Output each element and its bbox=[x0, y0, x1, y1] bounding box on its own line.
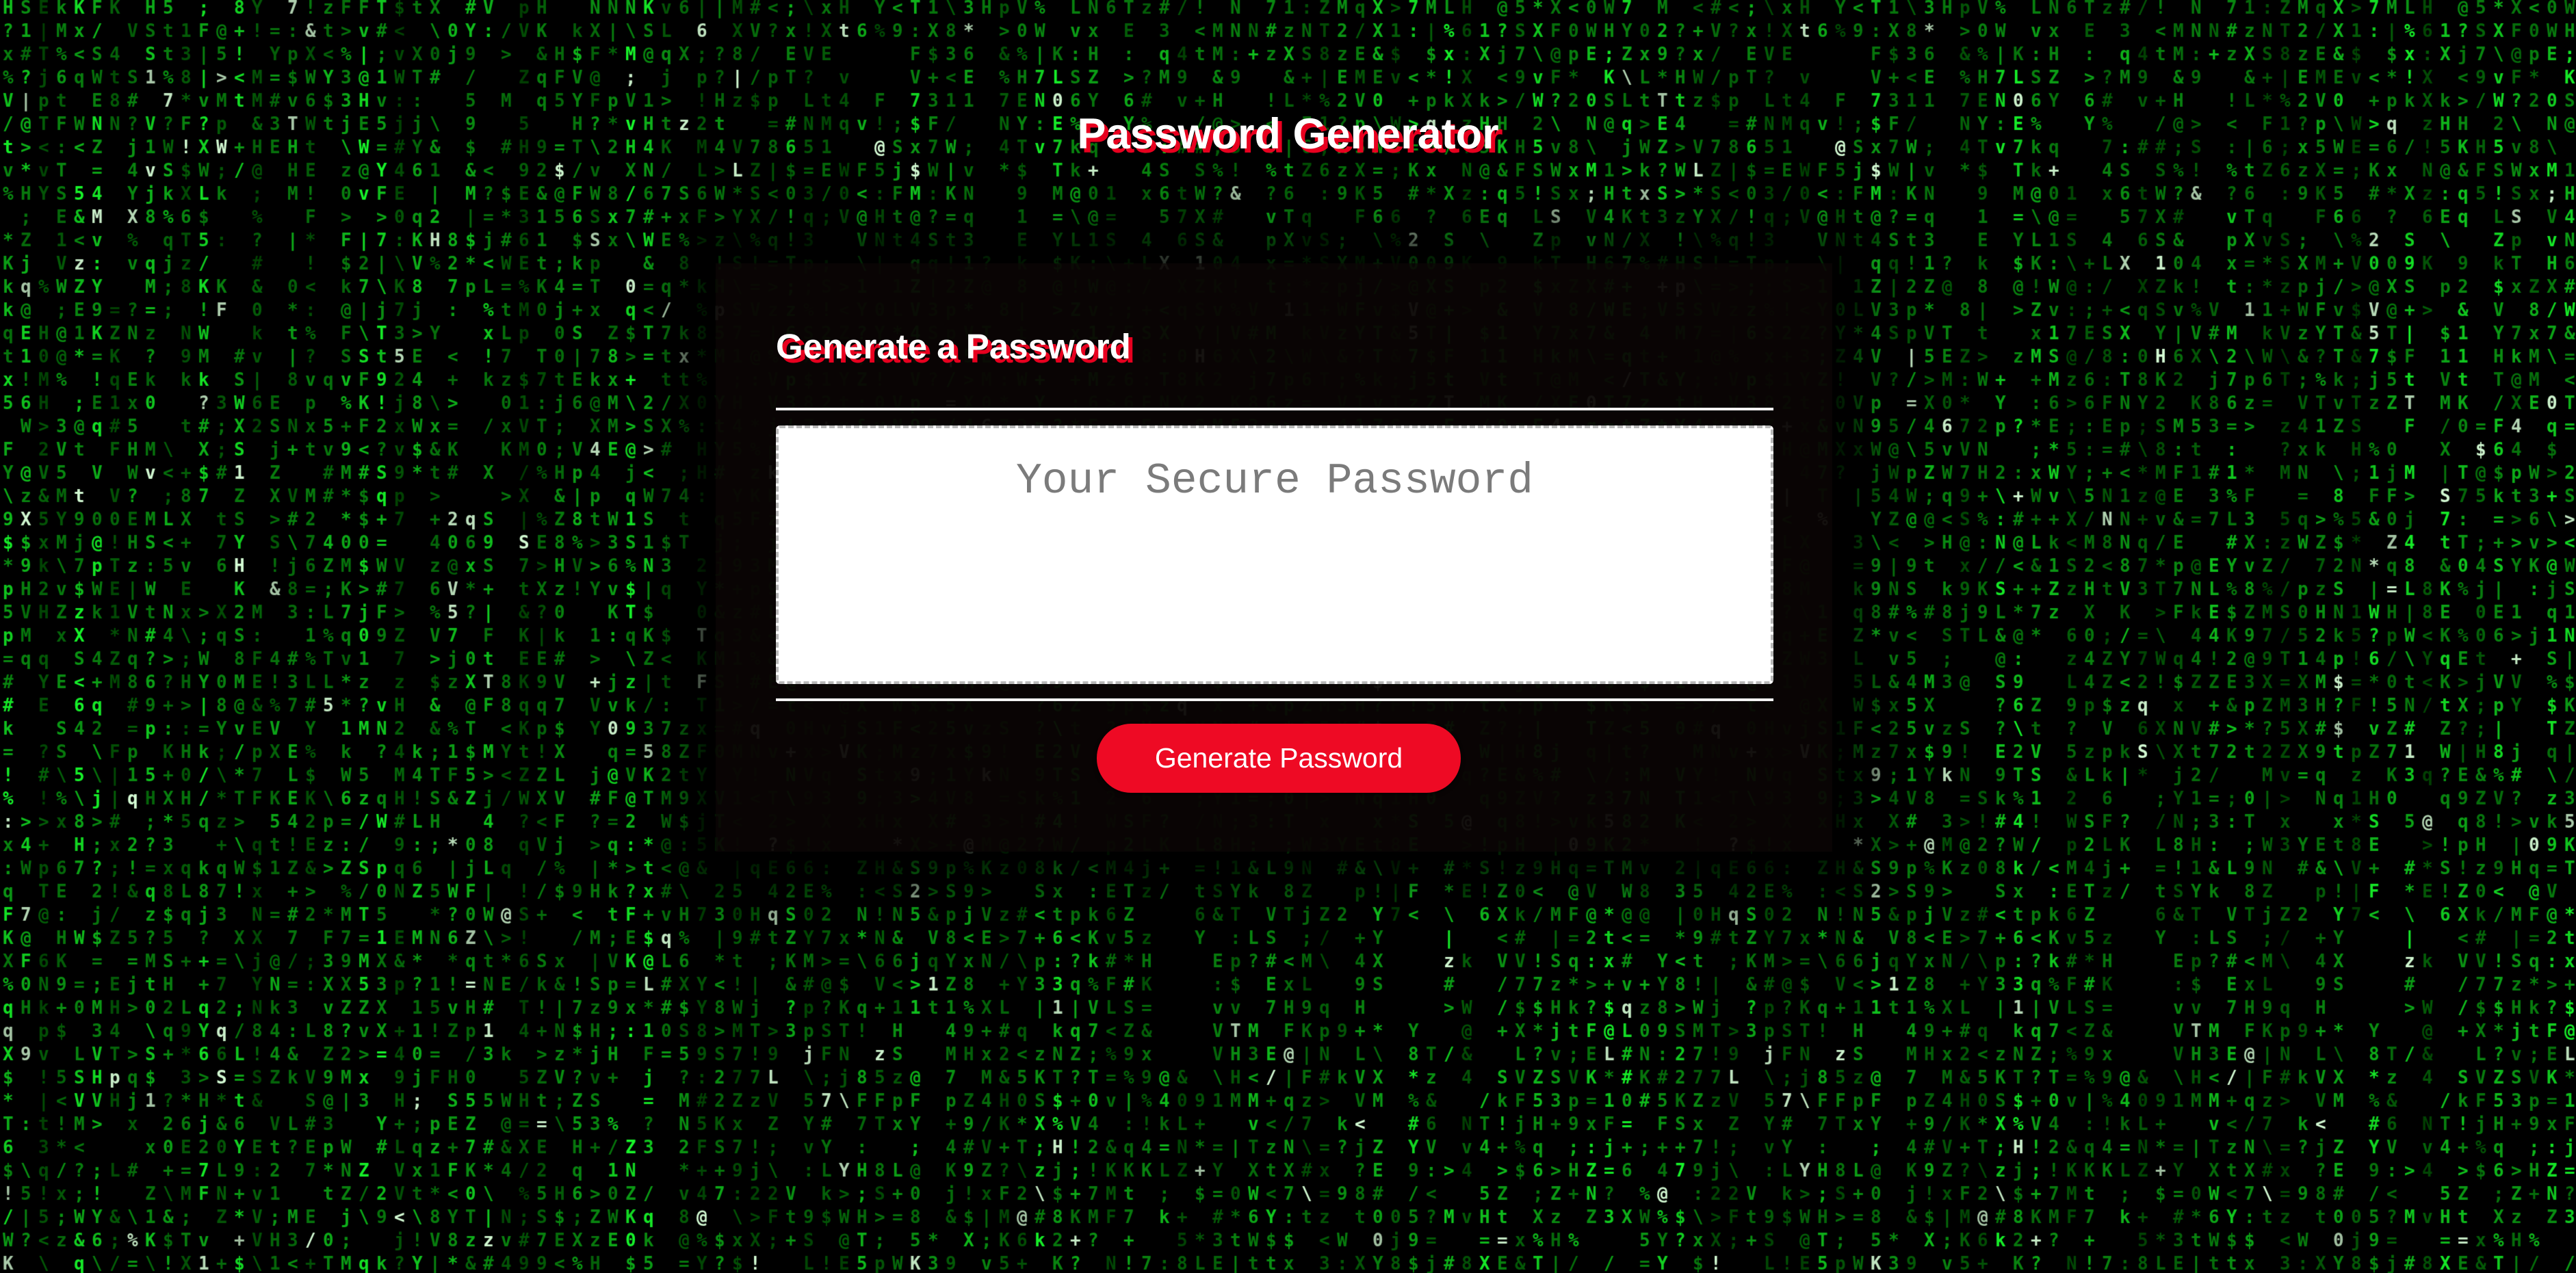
generate-password-button[interactable]: Generate Password bbox=[1097, 724, 1461, 793]
footer-divider bbox=[776, 698, 1773, 701]
password-output[interactable] bbox=[776, 425, 1773, 684]
page-title: Password Generator bbox=[1077, 110, 1499, 158]
header-divider bbox=[776, 408, 1773, 410]
card-header: Generate a Password bbox=[776, 327, 1131, 366]
generator-card: Generate a Password Generate Password bbox=[716, 263, 1832, 852]
